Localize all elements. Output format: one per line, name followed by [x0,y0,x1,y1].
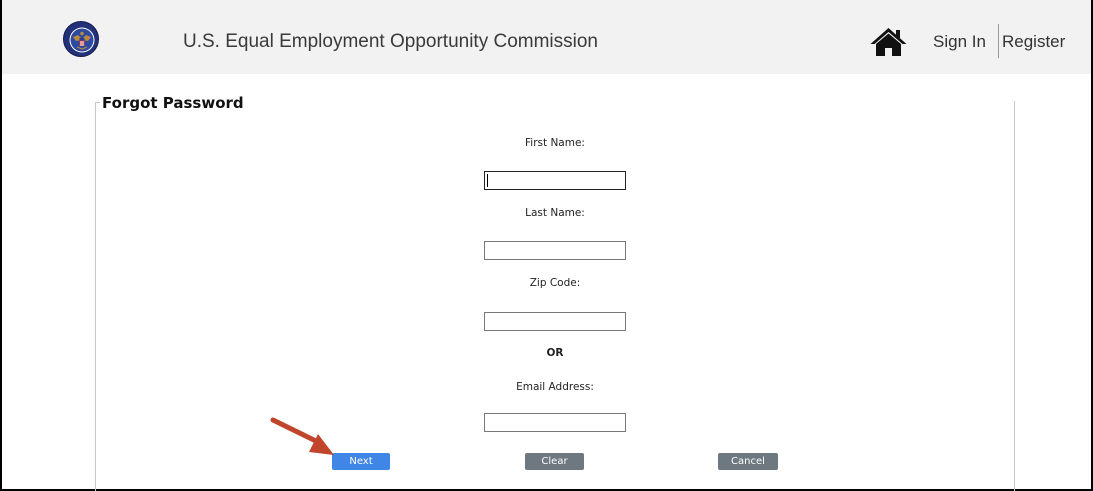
nav-divider [998,24,999,58]
email-address-label: Email Address: [516,381,594,393]
eeoc-seal-icon[interactable] [63,21,99,57]
email-address-field[interactable] [484,413,626,432]
first-name-label: First Name: [525,137,585,149]
fieldset-border-left [95,102,96,491]
last-name-field[interactable] [484,241,626,260]
zip-code-label: Zip Code: [529,277,581,289]
arrow-pointer-icon [270,415,354,463]
sign-in-link[interactable]: Sign In [933,31,986,53]
home-icon[interactable] [869,27,908,57]
zip-code-field[interactable] [484,312,626,331]
clear-button[interactable]: Clear [525,453,584,470]
cancel-button[interactable]: Cancel [718,453,778,470]
form-legend: Forgot Password [102,93,247,113]
fieldset-border-right [1014,101,1015,491]
or-separator: OR [546,347,564,359]
site-title: U.S. Equal Employment Opportunity Commis… [183,31,598,52]
last-name-label: Last Name: [525,207,585,219]
first-name-field[interactable] [484,171,626,190]
text-caret [487,174,488,187]
site-header: U.S. Equal Employment Opportunity Commis… [2,0,1091,74]
register-link[interactable]: Register [1002,31,1065,53]
